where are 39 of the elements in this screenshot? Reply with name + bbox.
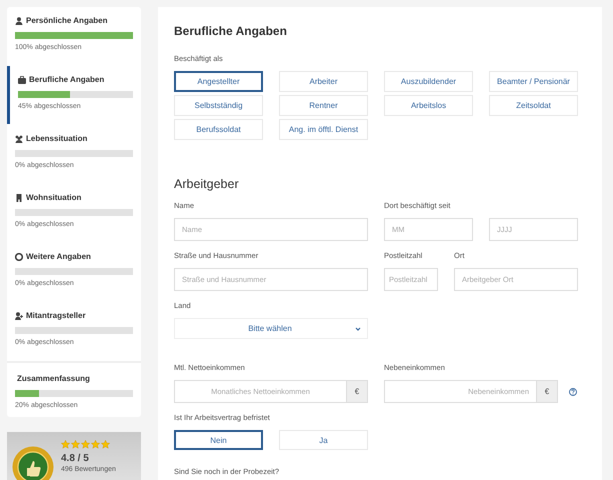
award-seal-icon [12,446,54,480]
step-title[interactable]: Persönliche Angaben [26,16,108,25]
choice-button[interactable]: Nein [174,430,263,450]
step-title[interactable]: Berufliche Angaben [29,75,104,84]
choice-button[interactable]: Ja [279,430,368,450]
group-icon [15,134,23,142]
choice-button[interactable]: Auszubildender [384,71,473,92]
choice-button[interactable]: Rentner [279,95,368,116]
star-icon [101,440,110,449]
choice-button[interactable]: Selbstständig [174,95,263,116]
step-title[interactable]: Lebenssituation [26,134,88,143]
choice-button[interactable]: Berufssoldat [174,119,263,140]
caret-icon [355,326,361,332]
select-dropdown[interactable]: Bitte wählen [174,318,368,339]
section-title: Arbeitgeber [174,176,240,192]
select-value: Bitte wählen [247,324,293,333]
star-icon [71,440,80,449]
choice-button[interactable]: Ang. im öfftl. Dienst [279,119,368,140]
star-icon [81,440,90,449]
step-title[interactable]: Wohnsituation [26,193,82,202]
person-icon [15,16,23,24]
choice-button[interactable]: Arbeiter [279,71,368,92]
add-person-icon [15,312,23,320]
briefcase-icon [18,76,26,84]
section-title: Berufliche Angaben [174,23,288,39]
star-icon [91,440,100,449]
step-title[interactable]: Zusammenfassung [17,374,90,383]
choice-button[interactable]: Zeitsoldat [489,95,578,116]
help-icon[interactable] [569,388,577,396]
choice-button[interactable]: Arbeitslos [384,95,473,116]
currency-addon: € [536,381,557,402]
star-icon [61,440,70,449]
step-title[interactable]: Weitere Angaben [26,252,91,261]
choice-button[interactable]: Beamter / Pensionär [489,71,578,92]
currency-addon: € [346,381,367,402]
building-icon [15,194,23,202]
rating-score: 4.8 / 5 [61,453,90,464]
step-title[interactable]: Mitantragsteller [26,311,86,320]
choice-button[interactable]: Angestellter [174,71,263,92]
